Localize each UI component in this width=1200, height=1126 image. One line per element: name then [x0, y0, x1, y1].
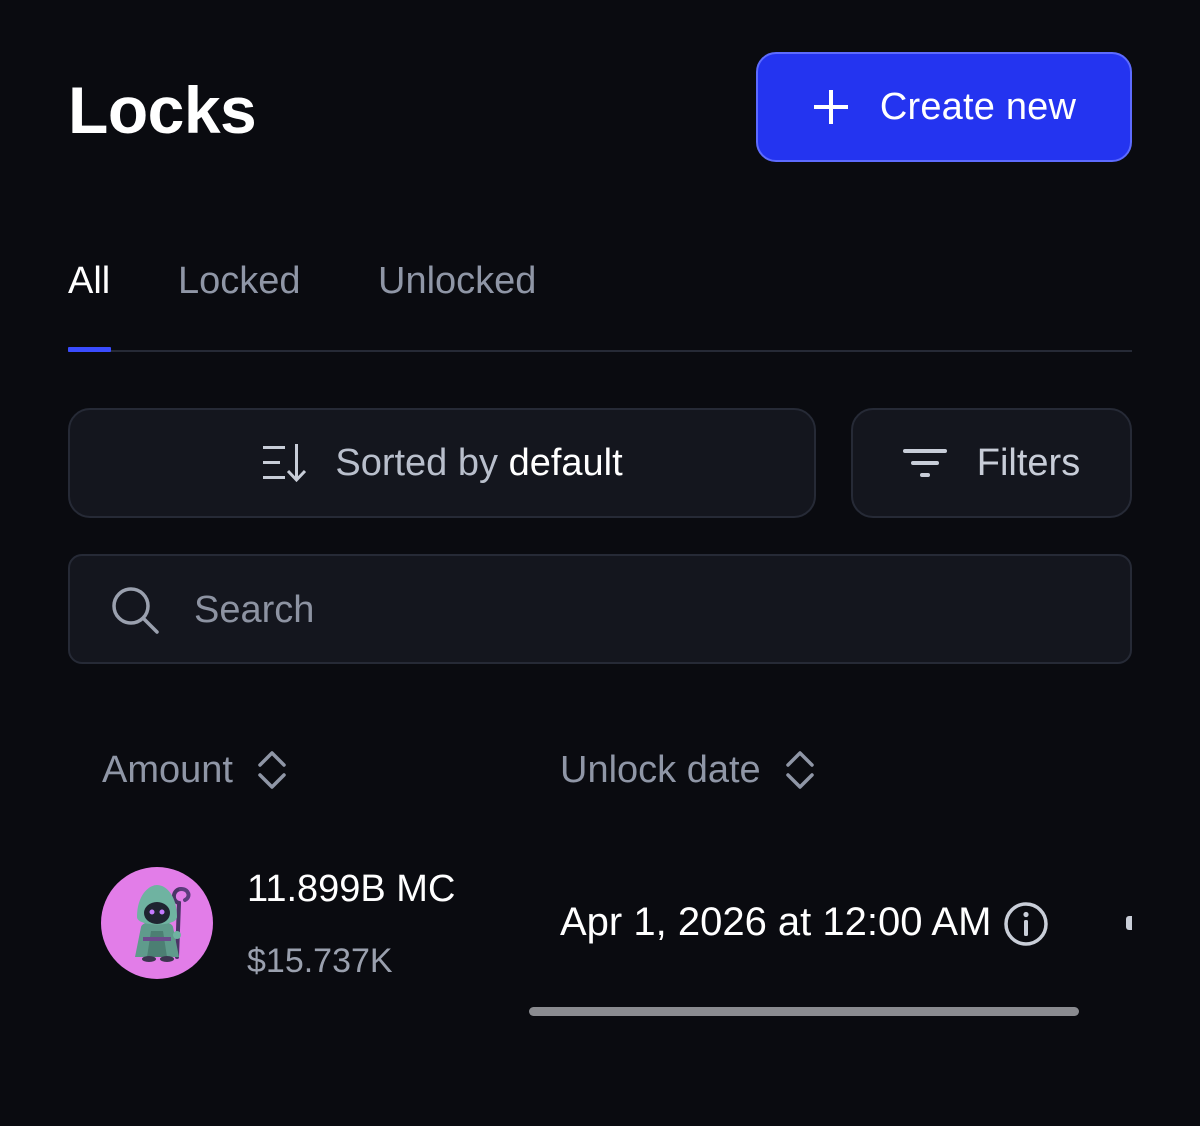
search-input[interactable] [192, 556, 1096, 664]
sort-label: Sorted by default [335, 442, 622, 485]
lock-value-usd: $15.737K [247, 942, 393, 980]
lock-amount: 11.899B MC [247, 868, 456, 910]
active-tab-indicator [68, 347, 111, 352]
sort-toggle-icon [258, 751, 286, 789]
plus-icon [813, 90, 848, 124]
search-box [68, 554, 1132, 664]
filters-label: Filters [976, 441, 1081, 484]
sort-value: default [508, 441, 623, 484]
token-avatar [101, 867, 213, 979]
sort-toggle-icon [785, 751, 814, 789]
search-icon [112, 587, 159, 634]
tab-bar: All Locked Unlocked [68, 250, 1132, 352]
clipped-row-action[interactable] [1126, 916, 1132, 930]
tab-unlocked[interactable]: Unlocked [378, 260, 536, 303]
tab-locked[interactable]: Locked [178, 260, 301, 303]
create-new-button[interactable]: Create new [756, 52, 1132, 162]
column-header-amount[interactable]: Amount [102, 748, 287, 792]
sort-button[interactable]: Sorted by default [68, 408, 816, 518]
column-label-unlock-date: Unlock date [560, 748, 761, 791]
horizontal-scrollbar[interactable] [529, 1007, 1079, 1016]
column-header-unlock-date[interactable]: Unlock date [560, 748, 815, 792]
sort-descending-icon [263, 444, 307, 483]
unlock-date: Apr 1, 2026 at 12:00 AM [560, 900, 992, 944]
filters-button[interactable]: Filters [851, 408, 1132, 518]
filter-icon [902, 449, 947, 477]
hooded-wizard-icon [135, 885, 191, 962]
tab-all[interactable]: All [68, 260, 110, 303]
create-new-label: Create new [879, 85, 1077, 128]
sort-prefix: Sorted by [335, 441, 498, 484]
page-title: Locks [68, 73, 257, 147]
info-icon[interactable] [1002, 900, 1050, 948]
column-label-amount: Amount [102, 748, 233, 791]
